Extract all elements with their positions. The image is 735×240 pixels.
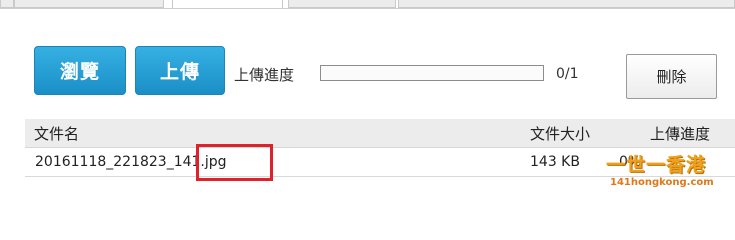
progress-label: 上傳進度 xyxy=(234,66,295,84)
browse-button[interactable]: 瀏覽 xyxy=(34,46,126,95)
upload-button[interactable]: 上傳 xyxy=(135,46,225,95)
delete-button[interactable]: 刪除 xyxy=(626,54,717,99)
progress-bar xyxy=(320,65,544,81)
column-header-filesize: 文件大小 xyxy=(530,125,591,143)
progress-count: 0/1 xyxy=(556,66,579,82)
file-size: 143 KB xyxy=(530,154,580,170)
column-header-progress: 上傳進度 xyxy=(650,125,711,143)
file-progress: 0% xyxy=(619,154,642,170)
tab-4[interactable] xyxy=(288,0,396,8)
watermark-site: 141hongkong.com xyxy=(610,177,714,188)
file-table-header: 文件名 文件大小 上傳進度 xyxy=(25,119,735,148)
tab-divider xyxy=(0,8,735,9)
highlight-box xyxy=(196,144,273,181)
tab-2[interactable] xyxy=(14,0,164,8)
tab-1[interactable] xyxy=(0,0,14,8)
column-header-filename: 文件名 xyxy=(34,125,80,143)
table-row[interactable]: 20161118_221823_141.jpg 143 KB 0% xyxy=(25,148,735,177)
tab-strip xyxy=(0,0,735,9)
tab-5[interactable] xyxy=(398,0,735,8)
